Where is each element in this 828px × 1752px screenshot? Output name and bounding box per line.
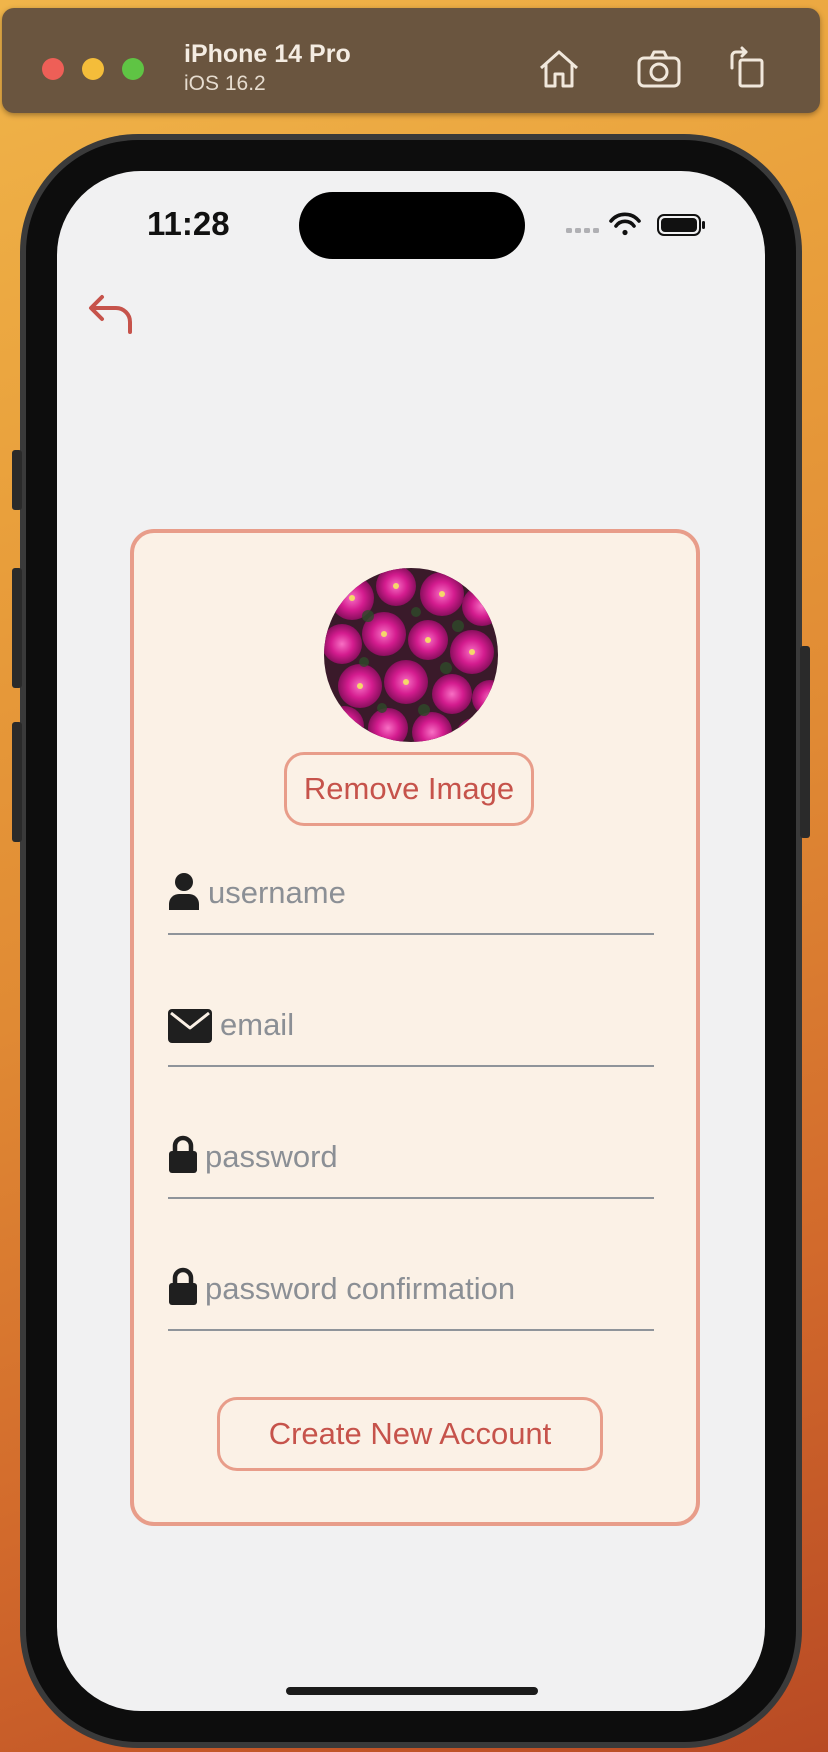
screenshot-icon[interactable]	[636, 46, 682, 92]
password-field[interactable]: password	[168, 1119, 654, 1199]
zoom-window-button[interactable]	[122, 58, 144, 80]
email-field[interactable]: email	[168, 987, 654, 1067]
status-time: 11:28	[147, 205, 230, 242]
back-arrow-icon[interactable]	[86, 290, 136, 338]
device-name: iPhone 14 Pro	[184, 40, 351, 68]
password-confirmation-underline	[168, 1329, 654, 1331]
home-indicator[interactable]	[286, 1687, 538, 1695]
password-confirmation-field[interactable]: password confirmation	[168, 1251, 654, 1331]
close-window-button[interactable]	[42, 58, 64, 80]
status-icons	[566, 212, 705, 236]
os-version: iOS 16.2	[184, 72, 266, 95]
lock-icon	[169, 1135, 197, 1173]
email-underline	[168, 1065, 654, 1067]
username-input[interactable]: username	[208, 875, 346, 911]
password-input[interactable]: password	[205, 1139, 338, 1175]
profile-image[interactable]	[324, 568, 498, 742]
lock-icon	[169, 1267, 197, 1305]
minimize-window-button[interactable]	[82, 58, 104, 80]
wifi-icon	[609, 212, 641, 236]
envelope-icon	[168, 1009, 212, 1043]
power-button	[800, 646, 810, 838]
cellular-icon	[566, 228, 599, 233]
battery-icon	[657, 214, 705, 236]
dynamic-island	[299, 192, 525, 259]
mute-switch	[12, 450, 22, 510]
rotate-icon[interactable]	[726, 46, 772, 92]
username-underline	[168, 933, 654, 935]
username-field[interactable]: username	[168, 855, 654, 935]
simulator-titlebar: iPhone 14 Pro iOS 16.2	[2, 8, 820, 113]
user-icon	[169, 873, 199, 910]
create-account-button[interactable]: Create New Account	[217, 1397, 603, 1471]
remove-image-button[interactable]: Remove Image	[284, 752, 534, 826]
volume-down-button	[12, 722, 22, 842]
password-confirmation-input[interactable]: password confirmation	[205, 1271, 515, 1307]
password-underline	[168, 1197, 654, 1199]
volume-up-button	[12, 568, 22, 688]
home-icon[interactable]	[536, 46, 582, 92]
email-input[interactable]: email	[220, 1007, 294, 1043]
